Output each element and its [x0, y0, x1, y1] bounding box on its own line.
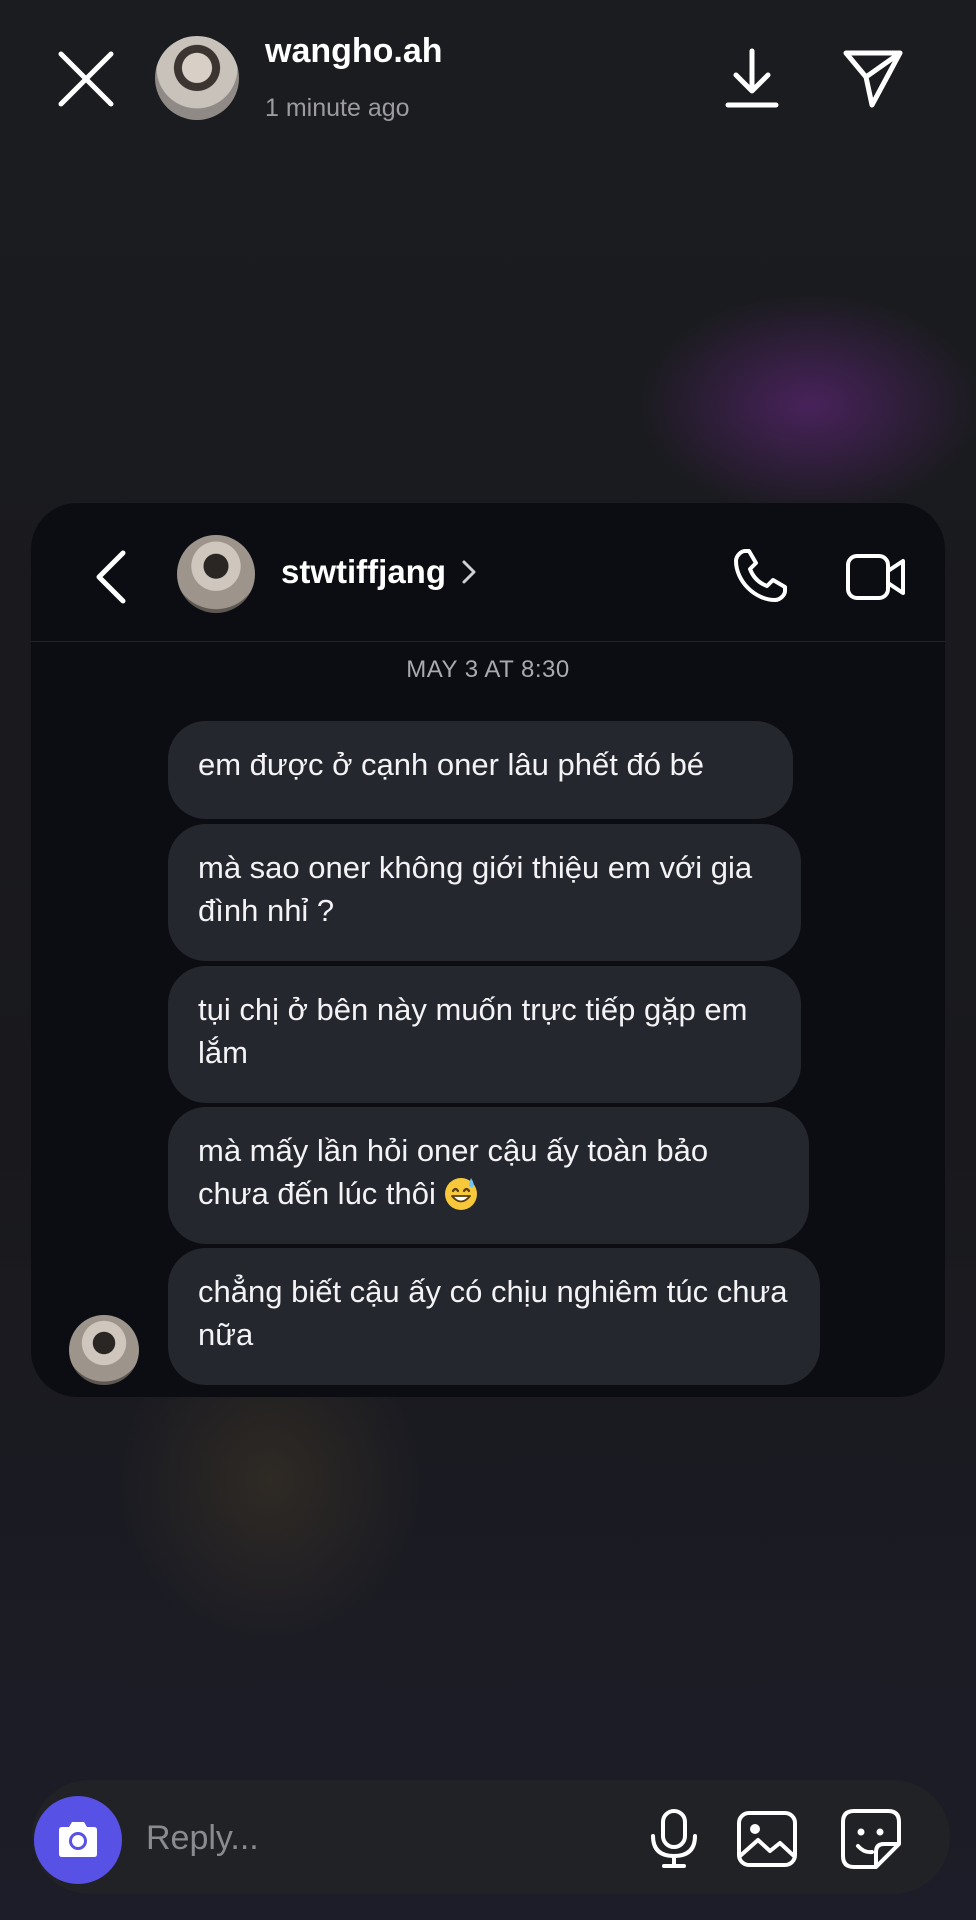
conversation-date: MAY 3 AT 8:30: [406, 656, 570, 683]
download-button[interactable]: [722, 45, 782, 111]
audio-call-button[interactable]: [731, 547, 789, 605]
grinning-face-with-sweat-emoji: [444, 1178, 477, 1210]
close-button[interactable]: [55, 48, 117, 110]
microphone-button[interactable]: [644, 1808, 704, 1870]
message-bubble[interactable]: em được ở cạnh oner lâu phết đó bé: [168, 721, 793, 819]
close-icon: [58, 51, 114, 107]
dm-header: stwtiffjang: [31, 503, 945, 642]
chevron-right-icon: [462, 560, 476, 584]
contact-avatar[interactable]: [177, 535, 255, 613]
back-button[interactable]: [89, 547, 133, 607]
dm-conversation-card: stwtiffjang MAY 3 AT 8:30 em được ở cạnh…: [31, 503, 945, 1397]
story-timestamp: 1 minute ago: [265, 94, 410, 122]
image-gallery-icon: [737, 1811, 797, 1867]
message-text: chẳng biết cậu ấy có chịu nghiêm túc chư…: [198, 1274, 788, 1352]
reply-input[interactable]: [146, 1810, 526, 1866]
video-camera-icon: [846, 554, 905, 600]
message-bubble[interactable]: mà mấy lần hỏi oner cậu ấy toàn bảo chưa…: [168, 1107, 809, 1244]
story-avatar[interactable]: [155, 36, 239, 120]
microphone-icon: [651, 1809, 697, 1868]
message-text: em được ở cạnh oner lâu phết đó bé: [198, 747, 705, 782]
camera-button[interactable]: [34, 1796, 122, 1884]
reply-bar: [32, 1780, 950, 1894]
sticker-icon: [841, 1809, 901, 1869]
message-bubble[interactable]: mà sao oner không giới thiệu em với gia …: [168, 824, 801, 961]
message-bubble[interactable]: chẳng biết cậu ấy có chịu nghiêm túc chư…: [168, 1248, 820, 1385]
sticker-button[interactable]: [840, 1808, 902, 1870]
share-button[interactable]: [840, 45, 906, 111]
message-text: mà sao oner không giới thiệu em với gia …: [198, 850, 753, 928]
story-username[interactable]: wangho.ah: [265, 32, 443, 71]
gallery-button[interactable]: [736, 1810, 798, 1868]
sender-avatar[interactable]: [69, 1315, 139, 1385]
video-call-button[interactable]: [845, 551, 907, 603]
story-header: wangho.ah 1 minute ago: [0, 0, 976, 150]
contact-name: stwtiffjang: [281, 553, 446, 590]
back-chevron-icon: [96, 550, 126, 604]
phone-icon: [734, 549, 787, 602]
message-text: tụi chị ở bên này muốn trực tiếp gặp em …: [198, 992, 748, 1070]
contact-profile-link[interactable]: stwtiffjang: [281, 553, 478, 591]
download-icon: [725, 48, 779, 108]
story-viewer: wangho.ah 1 minute ago stwtiffjang MAY 3…: [0, 0, 976, 1920]
camera-icon: [59, 1822, 97, 1857]
message-bubble[interactable]: tụi chị ở bên này muốn trực tiếp gặp em …: [168, 966, 801, 1103]
send-icon: [843, 50, 903, 108]
